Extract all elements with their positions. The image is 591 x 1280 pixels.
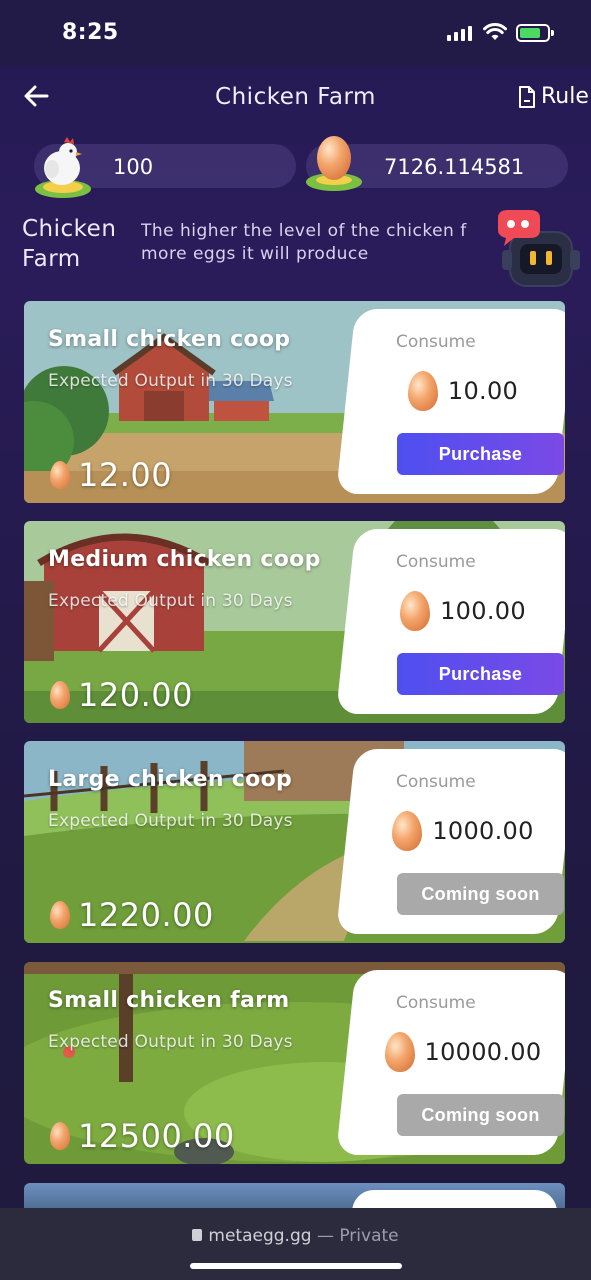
price-value: 10000.00 [424, 1038, 542, 1066]
egg-icon [50, 901, 70, 929]
egg-icon [50, 461, 70, 489]
egg-icon [400, 591, 431, 631]
expected-output: 12.00 [50, 456, 172, 494]
product-subtitle: Expected Output in 30 Days [48, 591, 293, 611]
expected-output: 1220.00 [50, 896, 214, 934]
browser-url[interactable]: metaegg.gg — Private [0, 1226, 591, 1246]
product-subtitle: Expected Output in 30 Days [48, 371, 293, 391]
expected-output: 12500.00 [50, 1117, 235, 1155]
egg-icon [50, 1122, 70, 1150]
product-name: Small chicken coop [48, 327, 291, 352]
purchase-panel: Consume 10000.00 Coming soon [360, 970, 565, 1155]
product-subtitle: Expected Output in 30 Days [48, 811, 293, 831]
home-indicator[interactable] [190, 1263, 402, 1269]
rules-label: Rule [541, 84, 589, 109]
product-name: Small chicken farm [48, 988, 290, 1013]
egg-icon [384, 1032, 415, 1072]
price: 1000.00 [360, 811, 565, 851]
egg-icon [392, 811, 423, 851]
intro-desc-line-2: more eggs it will produce [141, 244, 369, 264]
expected-output-value: 12.00 [78, 456, 173, 494]
product-subtitle: Expected Output in 30 Days [48, 1032, 293, 1052]
browser-address-bar[interactable]: metaegg.gg — Private [0, 1208, 591, 1280]
purchase-panel: Consume 1000.00 Coming soon [360, 749, 565, 934]
intro-desc-line-1: The higher the level of the chicken f [141, 221, 467, 241]
intro-title-line-1: Chicken [22, 216, 117, 242]
purchase-panel: Consume 10.00 Purchase [360, 309, 565, 494]
expected-output-value: 1220.00 [78, 896, 214, 934]
consume-label: Consume [396, 332, 476, 352]
expected-output-value: 120.00 [78, 676, 193, 714]
egg-nest-icon [306, 136, 362, 191]
consume-label: Consume [396, 993, 476, 1013]
purchase-panel: Consume 100.00 Purchase [360, 529, 565, 714]
expected-output: 120.00 [50, 676, 193, 714]
lock-icon [192, 1229, 203, 1241]
consume-label: Consume [396, 552, 476, 572]
product-name: Medium chicken coop [48, 547, 321, 572]
coming-soon-button[interactable]: Coming soon [397, 873, 564, 915]
price: 10000.00 [360, 1032, 565, 1072]
battery-charging-icon [516, 24, 554, 42]
support-robot-icon[interactable] [494, 208, 590, 294]
page-header: Chicken Farm Rule [0, 66, 591, 130]
intro-description: The higher the level of the chicken f mo… [141, 220, 501, 266]
purchase-button[interactable]: Purchase [397, 433, 564, 475]
price: 100.00 [360, 591, 565, 631]
rules-link[interactable]: Rule [517, 84, 589, 109]
cellular-signal-icon [447, 26, 472, 41]
chicken-balance-value: 100 [113, 155, 154, 179]
price: 10.00 [360, 371, 565, 411]
coming-soon-button[interactable]: Coming soon [397, 1094, 564, 1136]
chicken-icon [35, 137, 91, 198]
product-card-small-farm: Small chicken farm Expected Output in 30… [24, 962, 565, 1164]
consume-label: Consume [396, 772, 476, 792]
product-name: Large chicken coop [48, 767, 293, 792]
purchase-button[interactable]: Purchase [397, 653, 564, 695]
document-icon [519, 85, 535, 108]
product-card-medium-coop: Medium chicken coop Expected Output in 3… [24, 521, 565, 723]
browser-privacy-label: — Private [316, 1226, 399, 1246]
intro-title: Chicken Farm [22, 214, 116, 274]
egg-balance-value: 7126.114581 [384, 155, 525, 179]
intro-title-line-2: Farm [22, 246, 81, 272]
expected-output-value: 12500.00 [78, 1117, 235, 1155]
egg-icon [50, 681, 70, 709]
egg-icon [407, 371, 438, 411]
price-value: 1000.00 [432, 817, 534, 845]
price-value: 100.00 [440, 597, 526, 625]
status-time: 8:25 [62, 20, 119, 45]
product-card-large-coop: Large chicken coop Expected Output in 30… [24, 741, 565, 943]
price-value: 10.00 [447, 377, 519, 405]
status-bar: 8:25 [0, 0, 591, 66]
page-title: Chicken Farm [215, 84, 376, 110]
browser-domain: metaegg.gg [208, 1226, 312, 1246]
product-card-small-coop: Small chicken coop Expected Output in 30… [24, 301, 565, 503]
wifi-icon [483, 23, 507, 40]
